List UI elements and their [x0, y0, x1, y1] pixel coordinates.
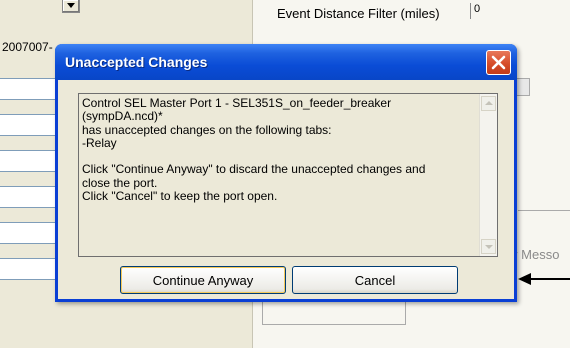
divider	[518, 210, 570, 211]
event-filter-input[interactable]: 0	[470, 3, 518, 19]
device-id-text: 2007007-	[2, 40, 53, 54]
background-field[interactable]	[0, 258, 63, 280]
dropdown-button[interactable]	[62, 0, 80, 13]
background-field[interactable]	[0, 78, 63, 100]
arrow-up-icon	[485, 101, 493, 105]
background-field[interactable]	[0, 150, 63, 172]
background-field[interactable]	[0, 222, 63, 244]
message-box: Control SEL Master Port 1 - SEL351S_on_f…	[78, 93, 498, 257]
close-button[interactable]	[486, 50, 511, 75]
arrow-down-icon	[485, 245, 493, 249]
cancel-button[interactable]: Cancel	[292, 266, 458, 294]
dialog-title: Unaccepted Changes	[65, 54, 208, 70]
background-field[interactable]	[0, 114, 63, 136]
continue-anyway-button[interactable]: Continue Anyway	[120, 266, 286, 294]
title-bar[interactable]: Unaccepted Changes	[55, 44, 517, 80]
scrollbar[interactable]	[479, 94, 497, 256]
unaccepted-changes-dialog: Unaccepted Changes Control SEL Master Po…	[55, 44, 517, 302]
background-field[interactable]	[0, 186, 63, 208]
arrow-left-icon	[530, 278, 570, 280]
close-x-icon	[491, 55, 506, 70]
arrow-head	[518, 273, 531, 285]
scroll-down-button[interactable]	[481, 239, 496, 254]
event-filter-label: Event Distance Filter (miles)	[277, 6, 440, 21]
chevron-down-icon	[67, 3, 75, 8]
scroll-up-button[interactable]	[481, 96, 496, 111]
message-text: Control SEL Master Port 1 - SEL351S_on_f…	[82, 96, 426, 204]
